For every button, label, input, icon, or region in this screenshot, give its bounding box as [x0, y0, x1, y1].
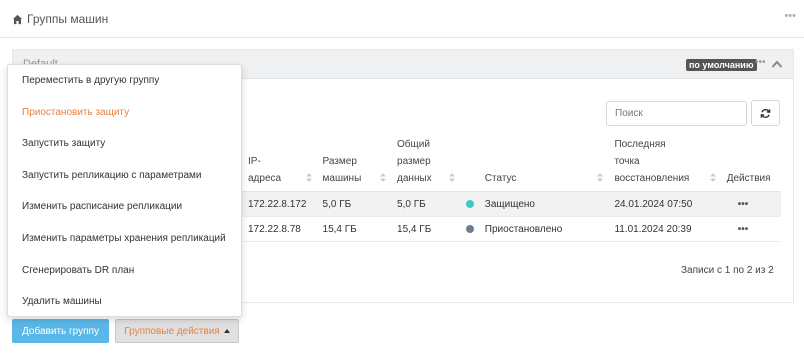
sort-icon [449, 173, 456, 182]
sort-icon [597, 173, 604, 182]
column-last-line1: Последняя [614, 139, 666, 150]
cell-status-dot [459, 191, 478, 217]
column-last-point[interactable]: Последняя точка восстановления [607, 136, 720, 192]
chevron-up-icon[interactable] [771, 59, 783, 69]
column-actions-label: Действия [726, 173, 771, 184]
sort-icon [380, 173, 387, 182]
column-total-line2: размер [397, 156, 431, 167]
column-actions: Действия [719, 136, 781, 192]
records-info: Записи с 1 по 2 из 2 [681, 265, 774, 276]
cell-actions: ••• [719, 216, 781, 242]
column-last-line3: восстановления [614, 173, 690, 184]
refresh-icon [760, 108, 771, 118]
menu-item-start-replication[interactable]: Запустить репликацию с параметрами [8, 164, 241, 196]
table-row[interactable]: 172.22.8.78 15,4 ГБ 15,4 ГБ Приостановле… [241, 216, 781, 242]
page-title: Группы машин [12, 12, 108, 26]
menu-item-delete[interactable]: Удалить машины [8, 290, 241, 322]
page-title-text: Группы машин [27, 12, 109, 26]
ellipsis-icon[interactable]: ••• [784, 10, 796, 22]
table-header-row: IP- адреса Размер машины Общий размер да… [241, 136, 781, 192]
cell-actions: ••• [719, 191, 781, 217]
menu-item-move[interactable]: Переместить в другую группу [8, 69, 241, 101]
column-status-dot [459, 136, 478, 192]
menu-item-start-protection[interactable]: Запустить защиту [8, 132, 241, 164]
cell-total: 5,0 ГБ [390, 191, 460, 217]
row-actions-icon[interactable]: ••• [738, 199, 749, 210]
ellipsis-icon[interactable]: ••• [755, 57, 766, 68]
column-ip[interactable]: IP- адреса [241, 136, 316, 192]
column-size-line1: Размер [322, 156, 357, 167]
column-status-label: Статус [484, 173, 517, 184]
refresh-button[interactable] [751, 100, 780, 126]
column-total-line1: Общий [397, 139, 430, 150]
column-last-line2: точка [614, 156, 640, 167]
cell-status: Защищено [477, 191, 608, 217]
cell-status-dot [459, 216, 478, 242]
cell-status: Приостановлено [477, 216, 608, 242]
menu-item-generate-dr[interactable]: Сгенерировать DR план [8, 259, 241, 291]
sort-icon [305, 173, 312, 182]
column-status[interactable]: Статус [477, 136, 608, 192]
caret-up-icon [223, 329, 230, 333]
add-group-button[interactable]: Добавить группу [12, 319, 109, 343]
row-actions-icon[interactable]: ••• [738, 224, 749, 235]
column-total[interactable]: Общий размер данных [390, 136, 460, 192]
sort-icon [709, 173, 716, 182]
cell-ip: 172.22.8.78 [241, 216, 316, 242]
cell-total: 15,4 ГБ [390, 216, 460, 242]
menu-item-edit-retention[interactable]: Изменить параметры хранения репликаций [8, 227, 241, 259]
column-ip-line1: IP- [248, 156, 261, 167]
cell-size: 5,0 ГБ [315, 191, 391, 217]
status-dot-icon [466, 199, 475, 208]
default-badge: по умолчанию [686, 59, 757, 71]
group-actions-button[interactable]: Групповые действия [115, 319, 239, 343]
table-row[interactable]: 172.22.8.172 5,0 ГБ 5,0 ГБ Защищено 24.0… [241, 191, 781, 217]
cell-ip: 172.22.8.172 [241, 191, 316, 217]
column-size[interactable]: Размер машины [315, 136, 391, 192]
top-bar: Группы машин ••• [0, 0, 804, 38]
group-actions-label: Групповые действия [124, 325, 220, 337]
status-dot-icon [466, 224, 475, 233]
cell-last-point: 24.01.2024 07:50 [607, 191, 720, 217]
menu-item-pause[interactable]: Приостановить защиту [8, 101, 241, 133]
home-icon [12, 14, 23, 24]
search-input[interactable] [606, 101, 747, 126]
cell-last-point: 11.01.2024 20:39 [607, 216, 720, 242]
group-actions-menu: Переместить в другую группу Приостановит… [7, 64, 242, 317]
cell-size: 15,4 ГБ [315, 216, 391, 242]
menu-item-edit-schedule[interactable]: Изменить расписание репликации [8, 195, 241, 227]
machines-table: IP- адреса Размер машины Общий размер да… [241, 136, 781, 242]
